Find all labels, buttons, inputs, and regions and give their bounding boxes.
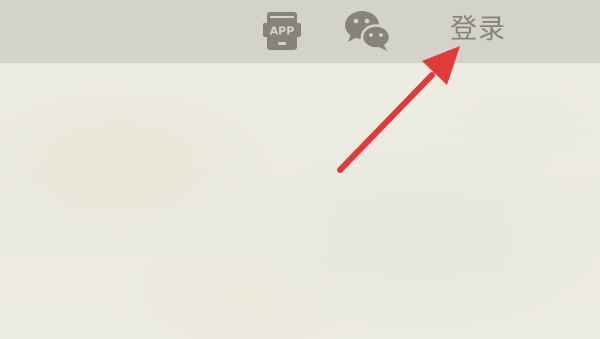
wechat-icon — [345, 11, 392, 51]
app-download-button[interactable]: APP — [261, 11, 303, 53]
page: APP 登录 — [0, 0, 600, 339]
app-icon-label: APP — [270, 25, 295, 38]
wechat-button[interactable] — [343, 8, 393, 52]
login-link[interactable]: 登录 — [450, 12, 506, 48]
top-header: APP 登录 — [0, 0, 600, 63]
phone-app-icon: APP — [263, 12, 301, 50]
